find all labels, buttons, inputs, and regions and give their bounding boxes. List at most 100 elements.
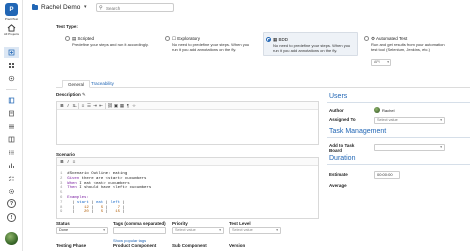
task-management-title: Task Management [329, 128, 387, 135]
book-icon[interactable] [4, 95, 19, 106]
code-line: 9 | 20 | 5 | 15 | [60, 210, 151, 215]
tags-input[interactable] [113, 227, 166, 234]
radio-exploratory[interactable] [165, 36, 170, 41]
code-icon[interactable]: ‹› [131, 103, 137, 109]
priority-select[interactable]: Select value ▾ [172, 227, 224, 234]
search-box[interactable]: ⚲ [96, 3, 174, 12]
gear-icon[interactable] [4, 186, 19, 197]
scenario-code: 1 #Scenario Outline: eating 2 Given there… [60, 172, 151, 215]
duration-title: Duration [329, 155, 356, 162]
chart-icon[interactable] [4, 160, 19, 171]
practitest-logo[interactable]: P [5, 3, 18, 16]
test-type-automated[interactable]: ⚙ Automated Test Run and get results fro… [364, 33, 468, 55]
code-token: I should have <left> cucumbers [76, 186, 152, 191]
tests-icon[interactable] [4, 47, 19, 58]
settings-icon[interactable] [4, 73, 19, 84]
tab-bar: General Traceability [56, 79, 470, 88]
priority-placeholder: Select value [175, 228, 196, 232]
checklist-icon[interactable] [4, 173, 19, 184]
chevron-down-icon: ▾ [440, 118, 442, 122]
document-icon[interactable] [4, 108, 19, 119]
status-select[interactable]: Done ▾ [56, 227, 108, 234]
test-type-desc: Run and get results from your automation… [371, 41, 445, 52]
test-level-label: Test Level [229, 221, 251, 226]
description-toolbar: B I S̶ ≡ ☰ ⇥ ⇤ ⛓ ▣ ▦ ¶ ‹› [57, 102, 318, 110]
estimate-input[interactable]: 00:00:00 [374, 171, 400, 179]
product-component-label: Product Component [113, 243, 157, 248]
automation-select[interactable]: API ▾ [371, 59, 391, 66]
average-label: Average [329, 183, 347, 188]
code-token: | [88, 200, 97, 205]
bars-icon[interactable] [4, 121, 19, 132]
testing-phase-label: Testing Phase [56, 243, 87, 248]
users-section-title: Users [329, 93, 348, 100]
user-avatar[interactable] [5, 232, 18, 245]
search-icon: ⚲ [99, 5, 103, 11]
logo-label: PractiTest [4, 17, 19, 21]
chevron-down-icon: ▾ [219, 228, 221, 232]
info-icon[interactable]: ! [7, 213, 16, 222]
assigned-to-select[interactable]: Select value ▾ [374, 117, 445, 124]
tab-traceability[interactable]: Traceability [86, 80, 119, 88]
toolbar-divider [105, 103, 106, 109]
top-bar: Rachel Demo ▾ ⚲ [23, 0, 474, 18]
scenario-editor[interactable]: B I ≡ 1 #Scenario Outline: eating 2 Given… [56, 157, 319, 219]
radio-bdd[interactable] [266, 37, 271, 42]
test-type-exploratory[interactable]: ☐ Exploratory No need to predefine your … [165, 33, 260, 55]
code-token: When [67, 181, 77, 186]
code-token: Then [67, 186, 77, 191]
test-type-scripted[interactable]: ▤ Scripted Predefine your steps and run … [65, 33, 160, 55]
code-token: | [88, 205, 101, 210]
code-token: | [120, 210, 125, 215]
radio-automated[interactable] [364, 36, 369, 41]
columns-icon[interactable] [4, 134, 19, 145]
description-label: Description ✎ [56, 92, 86, 97]
code-token: | [103, 210, 116, 215]
project-name[interactable]: Rachel Demo [41, 4, 80, 11]
chevron-down-icon: ▾ [440, 145, 442, 149]
test-type-desc: No need to predefine your steps. When yo… [273, 42, 351, 53]
chevron-down-icon[interactable]: ▾ [84, 4, 87, 10]
version-label: Version [229, 243, 246, 248]
home-icon[interactable] [7, 24, 16, 32]
test-type-desc: No need to predefine your steps. When yo… [172, 41, 250, 52]
automation-select-value: API [374, 60, 380, 64]
radio-scripted[interactable] [65, 36, 70, 41]
toolbar-divider [78, 103, 79, 109]
estimate-label: Estimate [329, 172, 348, 177]
code-token: I eat <eat> cucumbers [76, 181, 130, 186]
search-input[interactable] [106, 5, 172, 11]
code-token: start [76, 200, 89, 205]
folder-icon [32, 4, 38, 10]
test-level-placeholder: Select value [232, 228, 253, 232]
priority-label: Priority [172, 221, 188, 226]
description-editor[interactable]: B I S̶ ≡ ☰ ⇥ ⇤ ⛓ ▣ ▦ ¶ ‹› [56, 101, 319, 145]
help-icon[interactable]: ? [7, 199, 16, 208]
outdent-icon[interactable]: ⇤ [98, 103, 104, 109]
strikethrough-icon[interactable]: S̶ [71, 103, 77, 109]
task-board-select[interactable]: ▾ [374, 144, 445, 151]
test-type-bdd[interactable]: ▦ BDD No need to predefine your steps. W… [263, 32, 358, 56]
test-type-desc: Predefine your steps and run it accordin… [72, 41, 149, 47]
list-icon[interactable]: ≡ [71, 159, 77, 165]
author-avatar [374, 107, 380, 113]
users-rule [327, 102, 470, 103]
code-token: Given [67, 176, 80, 181]
all-projects-label[interactable]: All Projects [0, 32, 23, 36]
author-label: Author [329, 108, 344, 113]
list-icon[interactable] [4, 147, 19, 158]
task-management-rule [327, 137, 470, 138]
assigned-to-placeholder: Select value [377, 118, 398, 122]
code-token: | [67, 205, 85, 210]
sub-component-label: Sub Component [172, 243, 207, 248]
code-token: #Scenario Outline: eating [67, 172, 128, 176]
sidebar-divider [6, 89, 17, 90]
test-level-select[interactable]: Select value ▾ [229, 227, 281, 234]
author-name: Rachel [382, 108, 395, 113]
code-token: | [120, 200, 125, 205]
test-type-label: Test Type: [56, 24, 78, 29]
edit-icon[interactable]: ✎ [82, 92, 86, 97]
status-value: Done [59, 228, 69, 232]
grid-icon[interactable] [4, 60, 19, 71]
tags-label: Tags (comma separated) [113, 221, 166, 226]
